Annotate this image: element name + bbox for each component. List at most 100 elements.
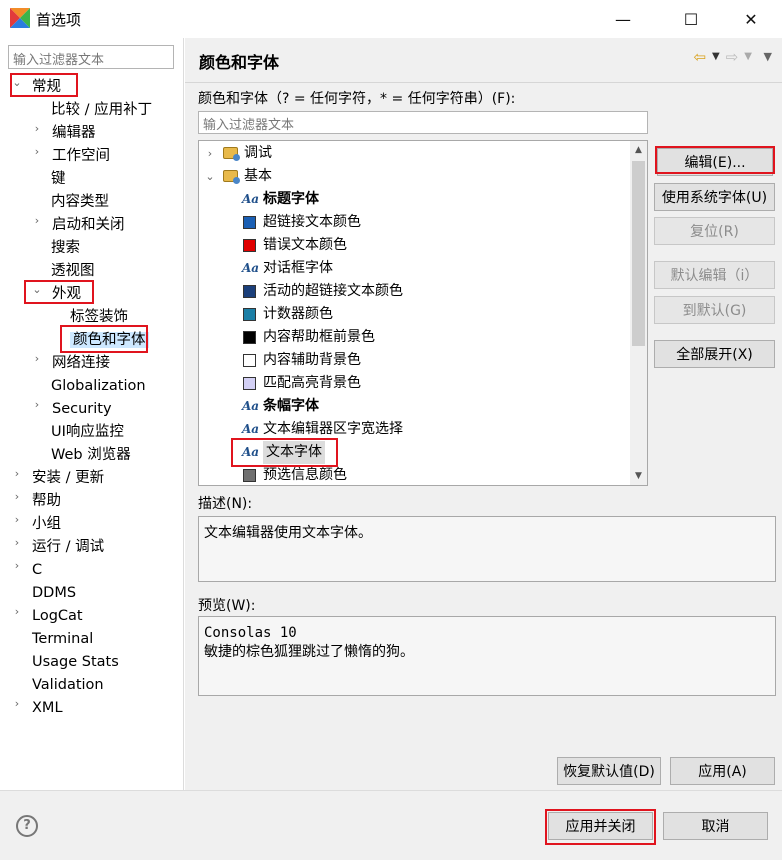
tree-node[interactable]: 颜色和字体 [70, 329, 149, 351]
header-divider [185, 82, 782, 83]
theme-item-label: 条幅字体 [263, 398, 319, 414]
tree-node[interactable]: XML [32, 697, 63, 719]
tree-node[interactable]: Globalization [51, 375, 146, 397]
tree-filter-input[interactable]: 输入过滤器文本 [8, 45, 174, 69]
help-icon[interactable]: ? [16, 815, 38, 837]
tree-node[interactable]: Security [52, 398, 112, 420]
back-dropdown-icon[interactable]: ▼ [712, 48, 720, 66]
collapsed-chevron-icon[interactable]: › [32, 352, 42, 374]
theme-filter-input[interactable]: 输入过滤器文本 [198, 111, 648, 134]
tree-node[interactable]: Web 浏览器 [51, 444, 131, 466]
use-system-font-button[interactable]: 使用系统字体(U) [654, 183, 775, 211]
cancel-button[interactable]: 取消 [663, 812, 768, 840]
restore-defaults-button[interactable]: 恢复默认值(D) [557, 757, 661, 785]
collapsed-chevron-icon[interactable]: › [12, 605, 22, 627]
collapsed-chevron-icon[interactable]: › [12, 513, 22, 535]
tree-node-label: Terminal [32, 631, 94, 647]
tree-node[interactable]: 键 [51, 168, 66, 190]
theme-item[interactable]: 内容辅助背景色 [199, 349, 631, 372]
tree-node-label: 键 [51, 171, 66, 187]
category-folder-icon [223, 147, 240, 161]
theme-item[interactable]: 超链接文本颜色 [199, 211, 631, 234]
collapsed-chevron-icon[interactable]: › [12, 559, 22, 581]
theme-item[interactable]: 预选信息颜色 [199, 464, 631, 485]
apply-and-close-button[interactable]: 应用并关闭 [548, 812, 653, 840]
expanded-chevron-icon[interactable]: ⌄ [32, 283, 42, 305]
theme-item[interactable]: Aa 标题字体 [199, 188, 631, 211]
tree-node[interactable]: 安装 / 更新 [32, 467, 104, 489]
tree-node[interactable]: C [32, 559, 42, 581]
tree-node[interactable]: UI响应监控 [51, 421, 124, 443]
tree-node[interactable]: 帮助 [32, 490, 61, 512]
tree-node[interactable]: 运行 / 调试 [32, 536, 104, 558]
tree-node[interactable]: Terminal [32, 628, 93, 650]
theme-item[interactable]: Aa 文本字体 [199, 441, 631, 464]
tree-node[interactable]: 标签装饰 [70, 306, 128, 328]
theme-item[interactable]: ⌄ 基本 [199, 165, 631, 188]
forward-dropdown-icon[interactable]: ▼ [744, 48, 752, 66]
collapsed-chevron-icon[interactable]: › [32, 214, 42, 236]
dialog-button-bar: ? 应用并关闭 取消 [0, 790, 782, 860]
scroll-up-icon[interactable]: ▲ [630, 141, 647, 159]
tree-node-label: 工作空间 [52, 148, 110, 164]
collapsed-chevron-icon[interactable]: › [32, 145, 42, 167]
colors-fonts-tree[interactable]: › 调试 ⌄ 基本 Aa 标题字体 超链接文本颜色 错误文本颜色 Aa 对话框字体 活动的超链接文本… [198, 140, 648, 486]
tree-node-label: 编辑器 [52, 125, 96, 141]
tree-node[interactable]: 常规 [32, 76, 61, 98]
theme-item[interactable]: Aa 文本编辑器区字宽选择 [199, 418, 631, 441]
apply-button[interactable]: 应用(A) [670, 757, 775, 785]
theme-item[interactable]: 计数器颜色 [199, 303, 631, 326]
theme-item[interactable]: 活动的超链接文本颜色 [199, 280, 631, 303]
view-menu-icon[interactable]: ▼ [764, 50, 772, 63]
tree-node[interactable]: 内容类型 [51, 191, 109, 213]
close-button[interactable]: ✕ [728, 0, 774, 38]
tree-node[interactable]: 外观 [52, 283, 81, 305]
go-to-default-button[interactable]: 到默认(G) [654, 296, 775, 324]
collapsed-chevron-icon[interactable]: › [32, 122, 42, 144]
reset-button[interactable]: 复位(R) [654, 217, 775, 245]
theme-item[interactable]: 内容帮助框前景色 [199, 326, 631, 349]
tree-node[interactable]: 比较 / 应用补丁 [51, 99, 152, 121]
theme-item[interactable]: › 调试 [199, 142, 631, 165]
forward-arrow-icon[interactable]: ⇨ [726, 48, 739, 66]
tree-node[interactable]: 网络连接 [52, 352, 110, 374]
scroll-thumb[interactable] [632, 161, 645, 346]
color-swatch-icon [243, 331, 256, 344]
expanded-chevron-icon[interactable]: ⌄ [12, 76, 22, 98]
expanded-chevron-icon[interactable]: ⌄ [205, 165, 215, 187]
tree-node[interactable]: DDMS [32, 582, 76, 604]
collapsed-chevron-icon[interactable]: › [12, 490, 22, 512]
collapsed-chevron-icon[interactable]: › [12, 467, 22, 489]
theme-item-label: 对话框字体 [263, 260, 333, 276]
collapsed-chevron-icon[interactable]: › [12, 697, 22, 719]
collapsed-chevron-icon[interactable]: › [12, 536, 22, 558]
collapsed-chevron-icon[interactable]: › [205, 142, 215, 164]
minimize-button[interactable]: — [600, 0, 646, 38]
back-arrow-icon[interactable]: ⇦ [693, 48, 706, 66]
collapsed-chevron-icon[interactable]: › [32, 398, 42, 420]
maximize-button[interactable]: ☐ [668, 0, 714, 38]
tree-node[interactable]: 搜索 [51, 237, 80, 259]
scroll-down-icon[interactable]: ▼ [630, 467, 647, 485]
tree-node[interactable]: 小组 [32, 513, 61, 535]
tree-node-label: XML [32, 700, 63, 716]
tree-node[interactable]: 编辑器 [52, 122, 96, 144]
tree-node[interactable]: LogCat [32, 605, 83, 627]
theme-item[interactable]: 错误文本颜色 [199, 234, 631, 257]
tree-node-label: 运行 / 调试 [32, 539, 105, 555]
vertical-scrollbar[interactable]: ▲ ▼ [630, 141, 647, 485]
theme-item[interactable]: Aa 条幅字体 [199, 395, 631, 418]
theme-item-label: 调试 [244, 145, 272, 161]
tree-node[interactable]: 启动和关闭 [52, 214, 125, 236]
tree-node-label: Usage Stats [32, 654, 119, 670]
preview-box: Consolas 10 敏捷的棕色狐狸跳过了懒惰的狗。 [198, 616, 776, 696]
tree-node[interactable]: Validation [32, 674, 104, 696]
theme-item[interactable]: Aa 对话框字体 [199, 257, 631, 280]
edit-default-button[interactable]: 默认编辑（i） [654, 261, 775, 289]
tree-node[interactable]: 工作空间 [52, 145, 110, 167]
tree-node[interactable]: Usage Stats [32, 651, 119, 673]
tree-node[interactable]: 透视图 [51, 260, 95, 282]
edit-button[interactable]: 编辑(E)... [657, 148, 773, 176]
theme-item[interactable]: 匹配高亮背景色 [199, 372, 631, 395]
expand-all-button[interactable]: 全部展开(X) [654, 340, 775, 368]
